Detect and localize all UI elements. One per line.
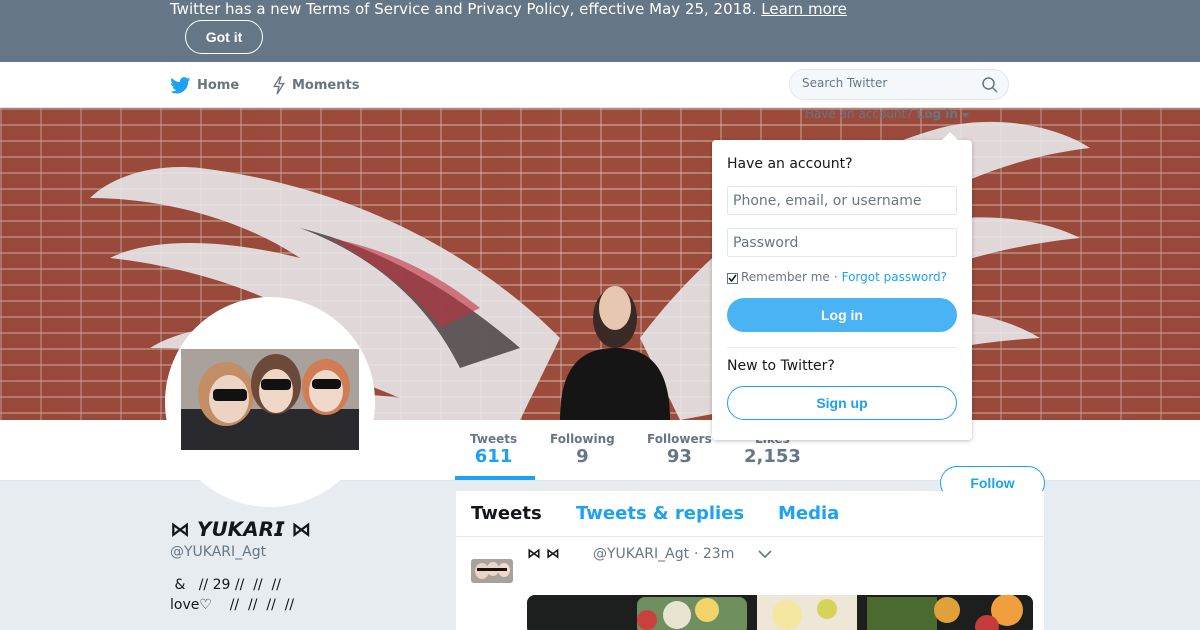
terms-notice-text: Twitter has a new Terms of Service and P… — [170, 0, 847, 18]
lightning-icon — [273, 75, 285, 94]
stat-tweets-value: 611 — [474, 446, 513, 467]
tweet-author-name[interactable]: ⋈ ⋈ — [527, 546, 560, 562]
nav-moments[interactable]: Moments — [272, 62, 359, 108]
stat-following[interactable]: Following 9 — [550, 432, 615, 467]
timeline-tabs: Tweets Tweets & replies Media — [456, 491, 1044, 537]
new-to-twitter-text: New to Twitter? — [727, 358, 835, 374]
have-account-prompt: Have an account? Log in — [805, 107, 970, 121]
username-field[interactable] — [727, 186, 957, 215]
active-stat-underline — [455, 476, 535, 480]
stat-following-value: 9 — [576, 446, 589, 467]
nav-home[interactable]: Home — [170, 62, 239, 108]
profile-bio: & // 29 // // // love♡ // // // // — [170, 577, 295, 613]
avatar[interactable] — [181, 349, 359, 450]
tweet-avatar[interactable] — [471, 559, 513, 583]
login-toggle-link[interactable]: Log in — [917, 107, 970, 121]
search-icon[interactable] — [982, 77, 998, 93]
caret-down-icon — [962, 113, 970, 118]
terms-notice-message: Twitter has a new Terms of Service and P… — [170, 0, 757, 18]
have-account-text: Have an account? — [805, 107, 913, 121]
tab-tweets-replies[interactable]: Tweets & replies — [576, 503, 744, 524]
tweet-author-handle[interactable]: @YUKARI_Agt — [593, 546, 689, 562]
profile-name: ⋈ 𝙔𝙐𝙆𝘼𝙍𝙄 ⋈ — [170, 517, 312, 541]
tweet-timestamp[interactable]: · 23m — [694, 546, 734, 562]
checkmark-icon — [728, 274, 737, 282]
profile-handle[interactable]: @YUKARI_Agt — [170, 544, 266, 560]
stat-tweets-label: Tweets — [470, 432, 518, 446]
login-dropdown: Have an account? Remember me · Forgot pa… — [712, 132, 972, 440]
stat-followers-value: 93 — [666, 446, 692, 467]
stat-followers[interactable]: Followers 93 — [647, 432, 712, 467]
top-nav: Home Moments — [0, 62, 1200, 108]
terms-notice-bar: Twitter has a new Terms of Service and P… — [0, 0, 1200, 62]
nav-moments-label: Moments — [292, 77, 360, 93]
tab-media[interactable]: Media — [778, 503, 839, 524]
timeline: Tweets Tweets & replies Media ⋈ ⋈ @YUKAR… — [456, 491, 1044, 630]
remember-me-label[interactable]: Remember me — [741, 270, 830, 284]
search-input[interactable] — [802, 76, 972, 90]
forgot-password-link[interactable]: Forgot password? — [842, 270, 947, 284]
sign-up-button[interactable]: Sign up — [727, 386, 957, 420]
login-toggle-label: Log in — [916, 107, 958, 121]
twitter-bird-icon — [170, 76, 191, 93]
tab-tweets[interactable]: Tweets — [471, 503, 542, 524]
stat-tweets[interactable]: Tweets 611 — [470, 432, 517, 467]
remember-row: Remember me · Forgot password? — [727, 270, 947, 284]
dropdown-divider — [727, 347, 957, 348]
chevron-down-icon[interactable] — [758, 549, 772, 559]
avatar-photo — [181, 349, 359, 450]
tweet-avatar-photo — [471, 559, 513, 583]
stat-followers-label: Followers — [647, 432, 712, 446]
remember-separator: · — [833, 270, 838, 284]
password-field[interactable] — [727, 228, 957, 257]
stat-following-label: Following — [550, 432, 615, 446]
remember-me-checkbox[interactable] — [727, 272, 738, 284]
tweet-photo — [527, 595, 1033, 630]
nav-home-label: Home — [197, 77, 240, 93]
stat-likes-value: 2,153 — [744, 446, 801, 467]
learn-more-link[interactable]: Learn more — [761, 0, 847, 18]
tweet-media-image[interactable] — [527, 595, 1033, 630]
login-button[interactable]: Log in — [727, 298, 957, 332]
search-box — [789, 69, 1009, 100]
got-it-button[interactable]: Got it — [185, 20, 263, 54]
login-dropdown-heading: Have an account? — [727, 156, 853, 172]
